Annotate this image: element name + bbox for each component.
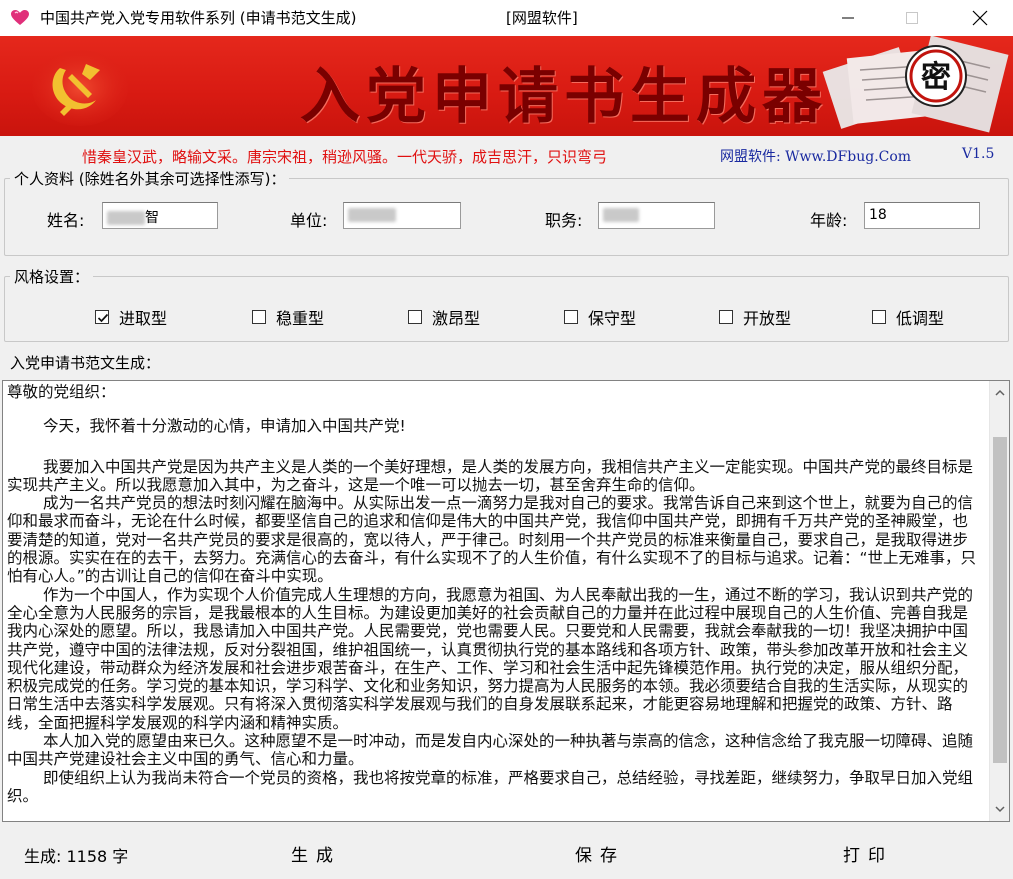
close-button[interactable] <box>950 0 1010 36</box>
style-option-low-key[interactable]: 低调型 <box>872 305 944 329</box>
version-label: V1.5 <box>962 146 995 162</box>
checkbox-checked[interactable] <box>95 310 109 324</box>
window-title: 中国共产党入党专用软件系列 (申请书范文生成) <box>40 9 357 27</box>
generate-button[interactable]: 生成 <box>256 836 376 870</box>
style-option-label: 进取型 <box>119 309 168 328</box>
checkbox-unchecked[interactable] <box>719 310 733 324</box>
party-emblem-icon <box>32 50 128 126</box>
checkbox-unchecked[interactable] <box>408 310 422 324</box>
seal-text: 密 <box>921 60 951 95</box>
scrolling-slogan: 惜秦皇汉武，略输文采。唐宗宋祖，稍逊风骚。一代天骄，成吉思汗，只识弯弓 <box>82 148 608 166</box>
close-icon <box>972 10 988 26</box>
redacted-position <box>603 208 639 222</box>
scrollbar-thumb[interactable] <box>993 437 1007 763</box>
maximize-button[interactable] <box>882 0 942 36</box>
heart-icon <box>11 10 29 25</box>
essay-paragraph: 我要加入中国共产党是因为共产主义是人类的一个美好理想，是人类的发展方向，我相信共… <box>7 457 974 494</box>
style-option-label: 开放型 <box>743 309 792 328</box>
minimize-icon <box>842 17 854 19</box>
personal-info-group-label: 个人资料 (除姓名外其余可选择性添写)： <box>10 168 290 189</box>
app-window: 中国共产党入党专用软件系列 (申请书范文生成) [网盟软件] 入党申请书生成器 … <box>0 0 1013 879</box>
window-title-vendor: [网盟软件] <box>506 9 578 27</box>
essay-textarea[interactable]: 尊敬的党组织： 今天，我怀着十分激动的心情，申请加入中国共产党! 我要加入中国共… <box>2 380 1010 822</box>
essay-group-label: 入党申请书范文生成： <box>6 352 165 373</box>
vertical-scrollbar[interactable] <box>989 381 1009 821</box>
checkbox-unchecked[interactable] <box>872 310 886 324</box>
essay-paragraph: 成为一名共产党员的想法时刻闪耀在脑海中。从实际出发一点一滴努力是我对自己的要求。… <box>7 494 977 586</box>
chevron-down-icon <box>995 806 1005 813</box>
bottom-toolbar: 生成: 1158 字 生成 保存 打印 <box>0 826 1013 879</box>
banner-title: 入党申请书生成器 <box>300 62 828 132</box>
essay-content[interactable]: 尊敬的党组织： 今天，我怀着十分激动的心情，申请加入中国共产党! 我要加入中国共… <box>7 383 982 805</box>
save-button[interactable]: 保存 <box>540 836 660 870</box>
style-option-label: 激昂型 <box>432 309 481 328</box>
style-option-label: 稳重型 <box>276 309 325 328</box>
minimize-button[interactable] <box>818 0 878 36</box>
age-field[interactable]: 18 <box>864 202 980 229</box>
maximize-icon <box>906 12 918 24</box>
website-link[interactable]: 网盟软件: Www.DFbug.Com <box>720 146 911 166</box>
name-field[interactable]: 智 <box>102 202 218 229</box>
redacted-unit <box>348 208 396 222</box>
essay-opening: 今天，我怀着十分激动的心情，申请加入中国共产党! <box>43 417 406 436</box>
essay-paragraph: 作为一个中国人，作为实现个人价值完成人生理想的方向，我愿意为祖国、为人民奉献出我… <box>7 585 974 732</box>
unit-field[interactable] <box>343 202 461 229</box>
style-option-conservative[interactable]: 保守型 <box>564 305 636 329</box>
essay-paragraph: 即使组织上认为我尚未符合一个党员的资格，我也将按党章的标准，严格要求自己，总结经… <box>7 768 974 805</box>
unit-label: 单位: <box>290 211 328 230</box>
print-button[interactable]: 打印 <box>808 836 928 870</box>
chevron-up-icon <box>995 389 1005 396</box>
word-count: 生成: 1158 字 <box>24 847 129 866</box>
position-field[interactable] <box>598 202 715 229</box>
checkbox-unchecked[interactable] <box>252 310 266 324</box>
banner: 入党申请书生成器 密 <box>0 36 1013 136</box>
style-settings-group-label: 风格设置： <box>10 266 94 287</box>
scroll-down-button[interactable] <box>990 799 1009 819</box>
style-option-label: 低调型 <box>896 309 945 328</box>
redacted-name <box>107 211 145 225</box>
checkmark-icon <box>97 313 109 323</box>
essay-greeting: 尊敬的党组织： <box>7 383 116 401</box>
secret-documents-icon: 密 <box>822 36 1009 133</box>
age-label: 年龄: <box>810 211 848 230</box>
style-option-progressive[interactable]: 进取型 <box>95 305 167 329</box>
name-label: 姓名: <box>47 211 85 230</box>
scroll-up-button[interactable] <box>990 383 1009 403</box>
style-option-steady[interactable]: 稳重型 <box>252 305 324 329</box>
name-field-value: 智 <box>145 210 159 226</box>
style-option-passionate[interactable]: 激昂型 <box>408 305 480 329</box>
position-label: 职务: <box>545 211 583 230</box>
style-option-label: 保守型 <box>588 309 637 328</box>
title-bar[interactable]: 中国共产党入党专用软件系列 (申请书范文生成) [网盟软件] <box>0 0 1013 36</box>
checkbox-unchecked[interactable] <box>564 310 578 324</box>
style-option-open[interactable]: 开放型 <box>719 305 791 329</box>
essay-paragraph: 本人加入党的愿望由来已久。这种愿望不是一时冲动，而是发自内心深处的一种执著与崇高… <box>7 732 974 769</box>
